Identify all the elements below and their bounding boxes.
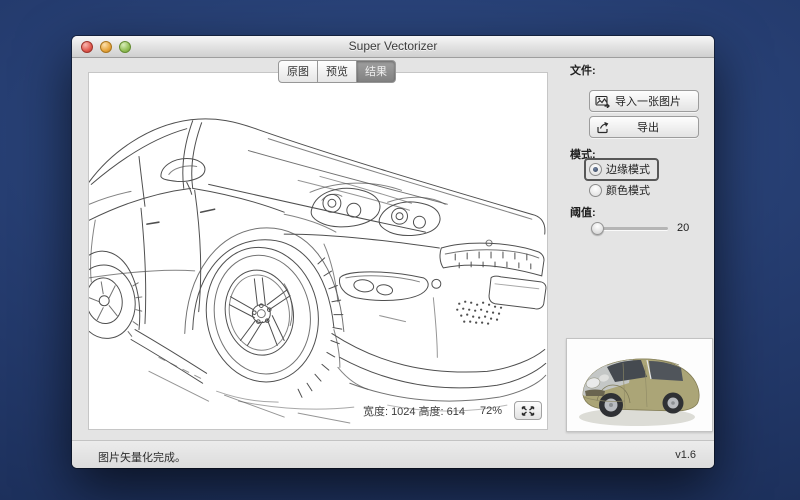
width-value: 1024	[391, 406, 415, 418]
tab-result[interactable]: 结果	[356, 60, 396, 83]
radio-edge-mode[interactable]: 边缘模式	[589, 161, 650, 177]
status-message: 图片矢量化完成。	[98, 449, 186, 465]
edge-mode-label: 边缘模式	[606, 161, 650, 177]
window-title: Super Vectorizer	[72, 39, 714, 53]
export-button[interactable]: 导出	[589, 116, 699, 138]
result-canvas: 宽度:1024 高度:614 72%	[88, 72, 548, 430]
app-window: Super Vectorizer 原图 预览 结果	[72, 36, 714, 468]
fit-to-window-button[interactable]	[514, 401, 542, 420]
import-image-button[interactable]: 导入一张图片	[589, 90, 699, 112]
radio-color-mode[interactable]: 颜色模式	[589, 182, 650, 198]
expand-icon	[520, 405, 536, 417]
height-value: 614	[447, 406, 465, 418]
file-section-label: 文件:	[570, 62, 596, 78]
titlebar[interactable]: Super Vectorizer	[72, 36, 714, 58]
threshold-section-label: 阈值:	[570, 204, 596, 220]
tab-preview[interactable]: 预览	[317, 60, 357, 83]
statusbar: 图片矢量化完成。 v1.6	[72, 440, 714, 468]
original-image-thumbnail	[566, 338, 713, 432]
import-image-icon	[594, 95, 612, 108]
height-label: 高度:	[419, 406, 444, 418]
image-info-bar: 宽度:1024 高度:614 72%	[363, 401, 542, 420]
image-dimensions: 宽度:1024 高度:614	[363, 403, 468, 419]
radio-unselected-icon[interactable]	[589, 184, 602, 197]
version-label: v1.6	[675, 449, 696, 461]
width-label: 宽度:	[363, 406, 388, 418]
slider-track[interactable]	[592, 227, 668, 230]
original-car-photo	[567, 339, 712, 431]
tab-original[interactable]: 原图	[278, 60, 318, 83]
vectorized-car-drawing	[89, 73, 547, 429]
slider-thumb[interactable]	[591, 222, 604, 235]
threshold-slider: 20	[592, 222, 689, 234]
zoom-level: 72%	[480, 405, 502, 417]
export-icon	[594, 121, 612, 134]
import-image-label: 导入一张图片	[612, 93, 684, 109]
threshold-value: 20	[677, 222, 689, 234]
radio-selected-icon[interactable]	[589, 163, 602, 176]
desktop-background: Super Vectorizer 原图 预览 结果	[0, 0, 800, 500]
export-label: 导出	[612, 119, 684, 135]
focus-ring: 边缘模式	[584, 158, 659, 181]
view-mode-tabs: 原图 预览 结果	[278, 60, 396, 83]
color-mode-label: 颜色模式	[606, 182, 650, 198]
